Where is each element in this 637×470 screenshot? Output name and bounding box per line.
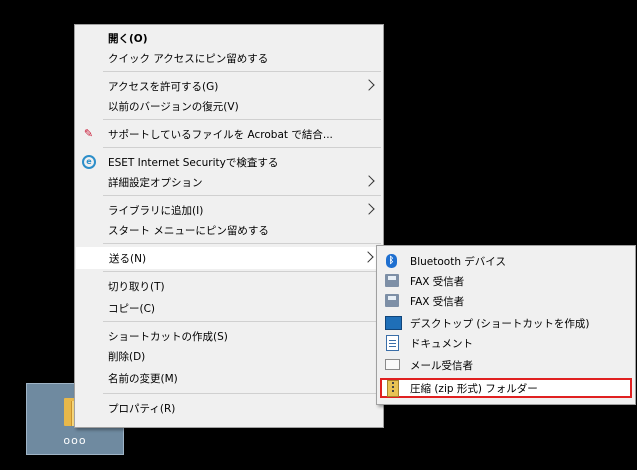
- menu-item-label: デスクトップ (ショートカットを作成): [410, 317, 590, 330]
- desktop-icon: [385, 316, 402, 330]
- menu-item-label: 送る(N): [109, 252, 147, 265]
- menu-separator: [103, 147, 381, 148]
- menu-separator: [103, 243, 381, 244]
- menu-item-restore-previous-versions[interactable]: 以前のバージョンの復元(V): [75, 95, 383, 117]
- menu-item-copy[interactable]: コピー(C): [75, 297, 383, 319]
- send-to-bluetooth[interactable]: ᛒ Bluetooth デバイス: [377, 250, 635, 272]
- menu-item-label: サポートしているファイルを Acrobat で結合...: [108, 128, 333, 141]
- menu-item-label: ライブラリに追加(I): [108, 204, 204, 217]
- chevron-right-icon: [363, 175, 375, 187]
- menu-item-create-shortcut[interactable]: ショートカットの作成(S): [75, 325, 383, 347]
- send-to-compressed-zip-folder[interactable]: 圧縮 (zip 形式) フォルダー: [377, 377, 635, 399]
- menu-item-label: 名前の変更(M): [108, 372, 178, 385]
- menu-item-delete[interactable]: 削除(D): [75, 345, 383, 367]
- menu-item-label: スタート メニューにピン留めする: [108, 224, 269, 237]
- menu-item-give-access[interactable]: アクセスを許可する(G): [75, 75, 383, 97]
- menu-item-label: Bluetooth デバイス: [410, 255, 506, 268]
- document-icon: [386, 335, 399, 351]
- send-to-fax-2[interactable]: FAX 受信者: [377, 290, 635, 312]
- menu-separator: [103, 271, 381, 272]
- chevron-right-icon: [362, 251, 374, 263]
- menu-separator: [103, 195, 381, 196]
- mail-icon: [385, 359, 400, 370]
- fax-icon: [385, 294, 399, 307]
- send-to-fax-1[interactable]: FAX 受信者: [377, 270, 635, 292]
- menu-item-acrobat-combine[interactable]: ✎ サポートしているファイルを Acrobat で結合...: [75, 123, 383, 145]
- menu-item-label: 詳細設定オプション: [108, 176, 203, 189]
- acrobat-icon: ✎: [83, 127, 94, 140]
- eset-icon: e: [82, 155, 96, 169]
- menu-item-advanced-options[interactable]: 詳細設定オプション: [75, 171, 383, 193]
- menu-item-label: ドキュメント: [410, 337, 473, 350]
- send-to-documents[interactable]: ドキュメント: [377, 332, 635, 354]
- zip-folder-icon: [387, 380, 399, 397]
- chevron-right-icon: [363, 79, 375, 91]
- menu-item-label: コピー(C): [108, 302, 156, 315]
- menu-item-label: 以前のバージョンの復元(V): [108, 100, 239, 113]
- menu-item-label: ESET Internet Securityで検査する: [108, 156, 279, 169]
- menu-item-label: クイック アクセスにピン留めする: [108, 52, 269, 65]
- menu-item-eset-scan[interactable]: e ESET Internet Securityで検査する: [75, 151, 383, 173]
- menu-item-pin-quick-access[interactable]: クイック アクセスにピン留めする: [75, 47, 383, 69]
- menu-item-pin-to-start[interactable]: スタート メニューにピン留めする: [75, 219, 383, 241]
- menu-item-label: プロパティ(R): [108, 402, 176, 415]
- fax-icon: [385, 274, 399, 287]
- menu-item-properties[interactable]: プロパティ(R): [75, 397, 383, 419]
- send-to-submenu: ᛒ Bluetooth デバイス FAX 受信者 FAX 受信者 デスクトップ …: [376, 245, 636, 405]
- menu-item-add-to-library[interactable]: ライブラリに追加(I): [75, 199, 383, 221]
- menu-separator: [103, 393, 381, 394]
- context-menu: 開く(O) クイック アクセスにピン留めする アクセスを許可する(G) 以前のバ…: [74, 24, 384, 428]
- menu-item-open[interactable]: 開く(O): [75, 27, 383, 49]
- menu-item-label: メール受信者: [410, 359, 473, 372]
- menu-separator: [103, 119, 381, 120]
- menu-item-label: FAX 受信者: [410, 275, 465, 288]
- send-to-mail-recipient[interactable]: メール受信者: [377, 354, 635, 376]
- menu-item-cut[interactable]: 切り取り(T): [75, 275, 383, 297]
- menu-separator: [103, 71, 381, 72]
- menu-item-label: アクセスを許可する(G): [108, 80, 219, 93]
- menu-item-send-to[interactable]: 送る(N): [76, 247, 382, 269]
- menu-separator: [103, 321, 381, 322]
- menu-item-label: 圧縮 (zip 形式) フォルダー: [410, 382, 538, 395]
- menu-item-label: 削除(D): [108, 350, 146, 363]
- menu-item-label: ショートカットの作成(S): [108, 330, 228, 343]
- menu-item-label: 切り取り(T): [108, 280, 165, 293]
- menu-item-label: 開く(O): [108, 32, 148, 45]
- bluetooth-icon: ᛒ: [386, 254, 397, 268]
- menu-item-label: FAX 受信者: [410, 295, 465, 308]
- menu-item-rename[interactable]: 名前の変更(M): [75, 367, 383, 389]
- desktop-icon-label: ooo: [63, 434, 87, 447]
- chevron-right-icon: [363, 203, 375, 215]
- send-to-desktop[interactable]: デスクトップ (ショートカットを作成): [377, 312, 635, 334]
